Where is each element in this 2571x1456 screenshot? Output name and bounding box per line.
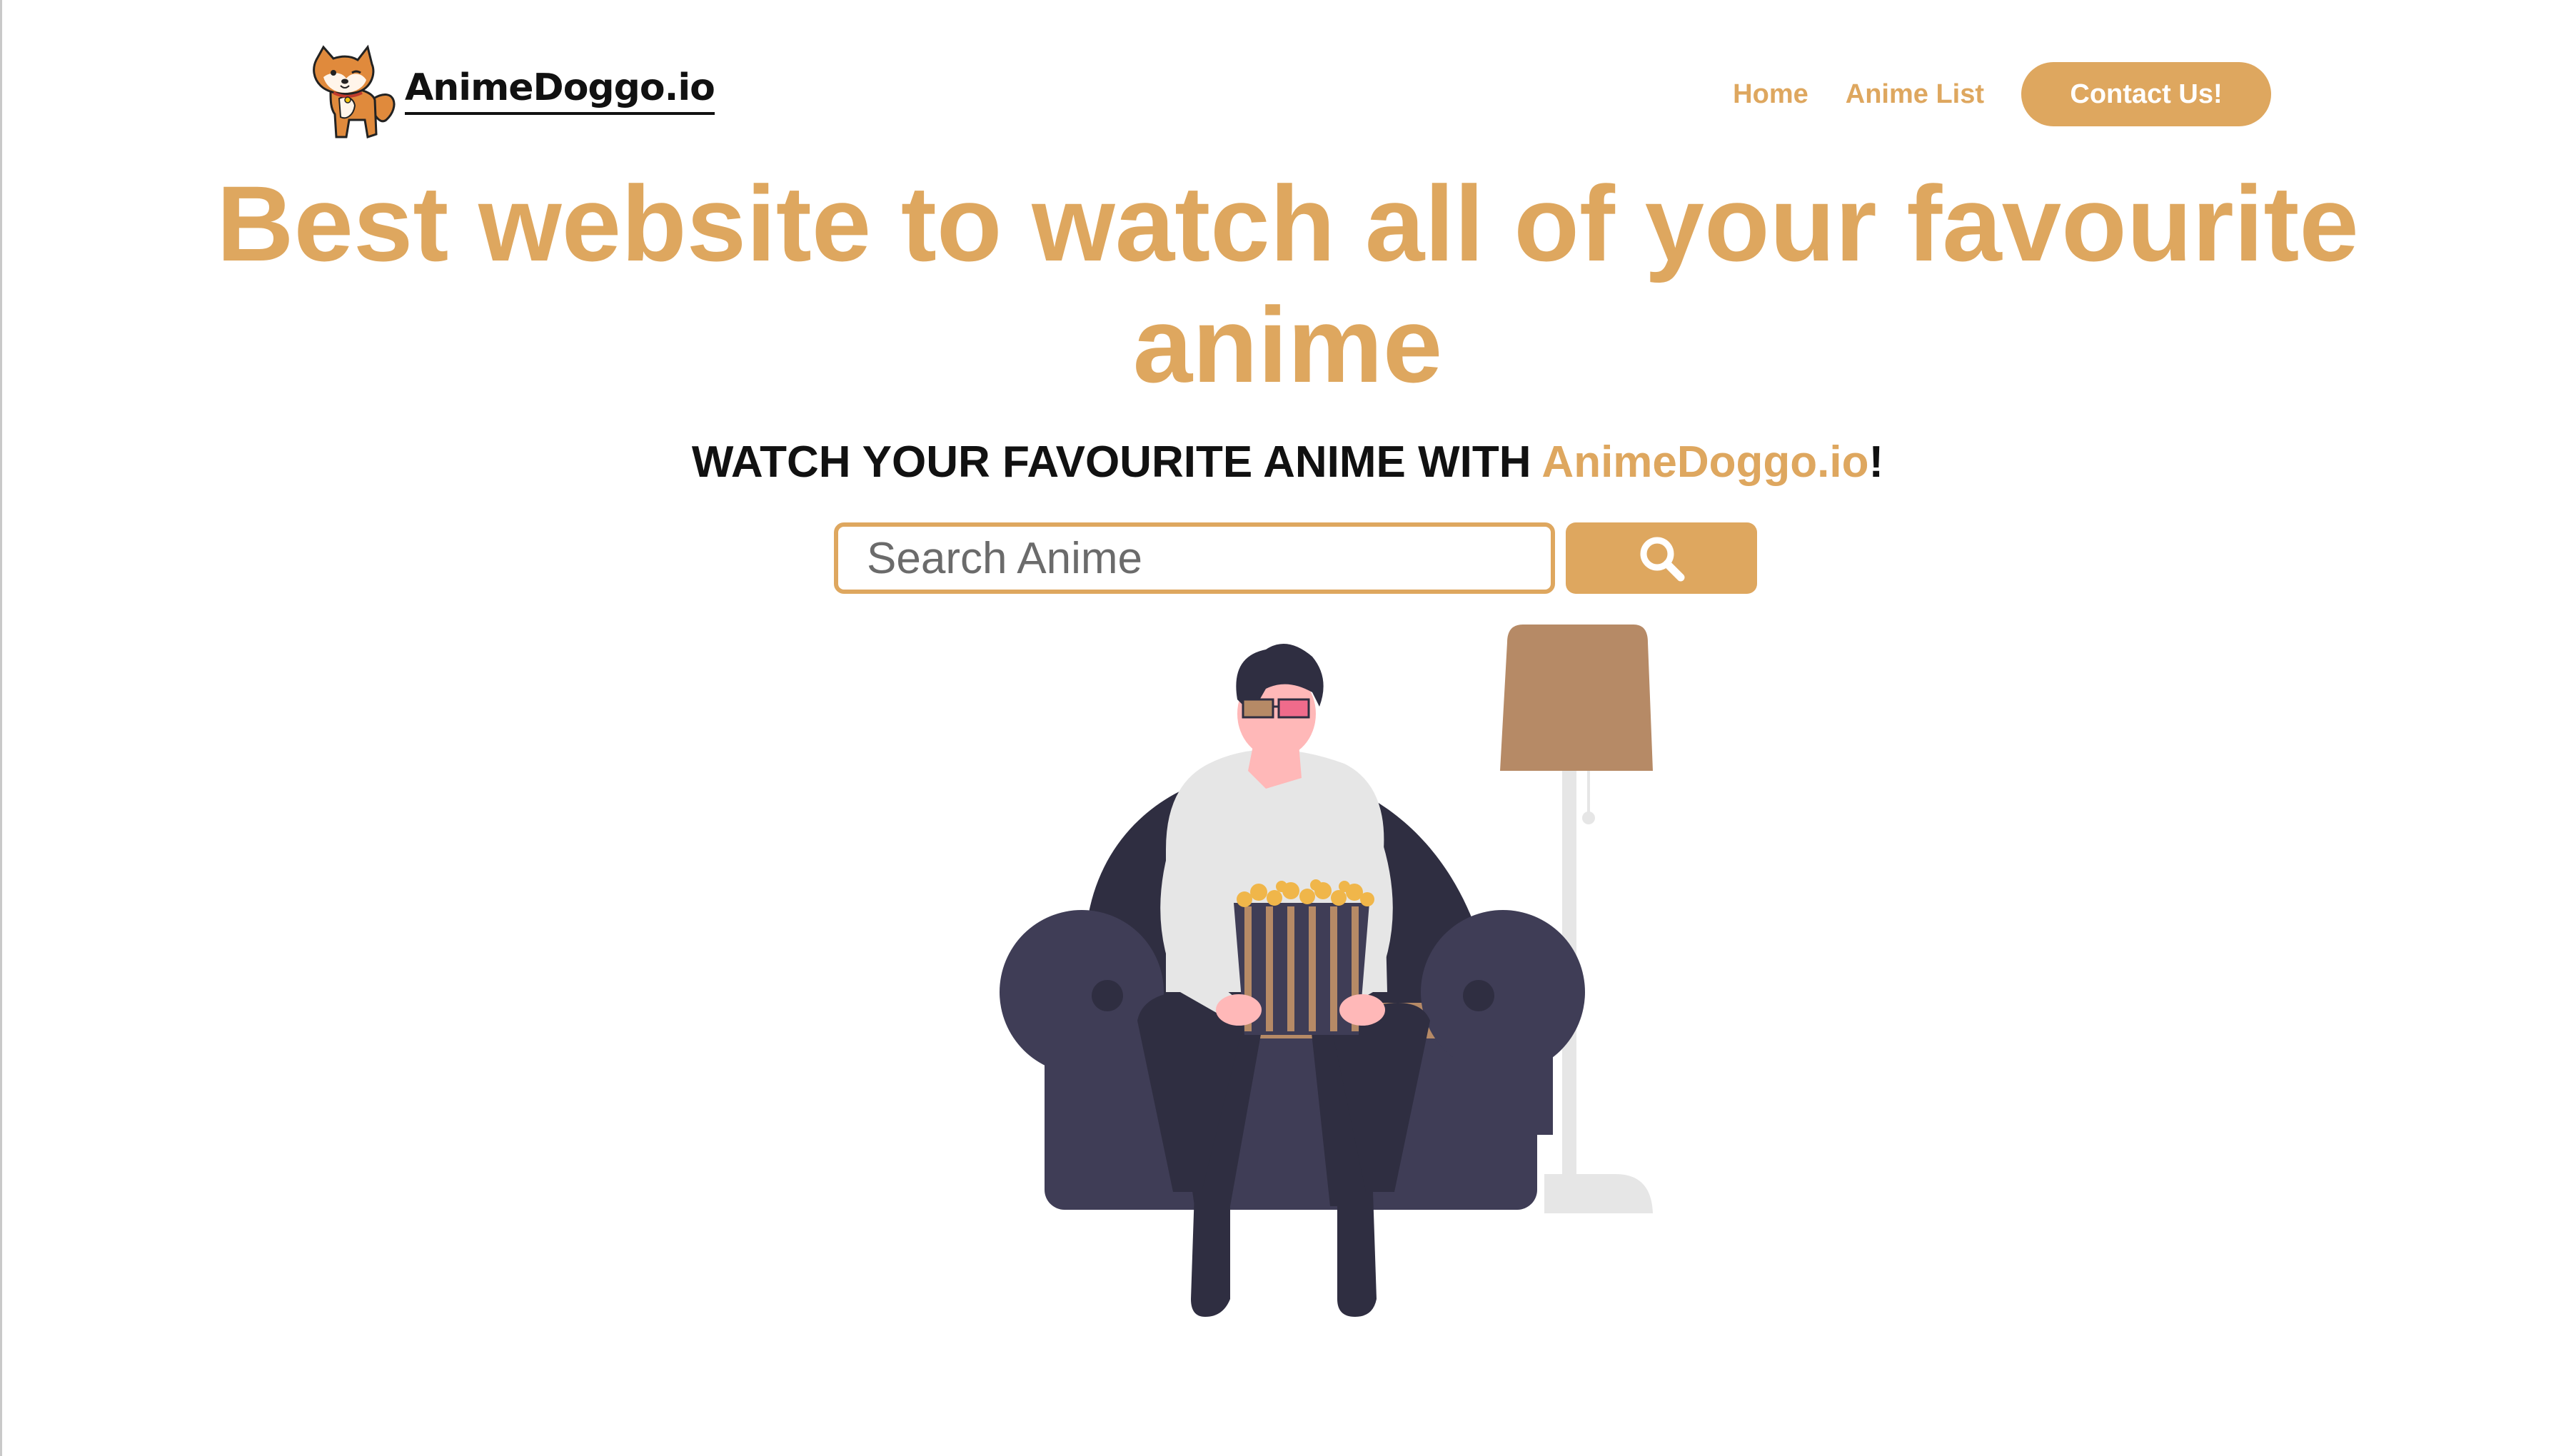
tagline-suffix: ! [1868,438,1884,487]
search-input[interactable] [834,522,1555,594]
main-nav: Home Anime List Contact Us! [1733,62,2271,126]
hero-illustration [1000,625,1653,1317]
tagline-prefix: WATCH YOUR FAVOURITE ANIME WITH [691,438,1542,487]
contact-us-button[interactable]: Contact Us! [2021,62,2271,126]
search-button[interactable] [1566,522,1757,594]
brand-underline [405,112,715,115]
hero-title: Best website to watch all of your favour… [2,163,2571,405]
hero-title-line2: anime [1132,285,1443,405]
nav-home-link[interactable]: Home [1733,79,1808,110]
hero-title-line1: Best website to watch all of your favour… [216,163,2359,283]
search-icon [1640,537,1685,582]
shiba-dog-logo-icon [313,44,396,138]
nav-anime-list-link[interactable]: Anime List [1846,79,1984,110]
logo-link[interactable]: AnimeDoggo.io [302,43,715,143]
tagline: WATCH YOUR FAVOURITE ANIME WITH AnimeDog… [2,437,2571,487]
brand-name: AnimeDoggo.io [405,66,715,109]
tagline-brand: AnimeDoggo.io [1541,438,1869,487]
page: AnimeDoggo.io Home Anime List Contact Us… [0,0,2571,1456]
